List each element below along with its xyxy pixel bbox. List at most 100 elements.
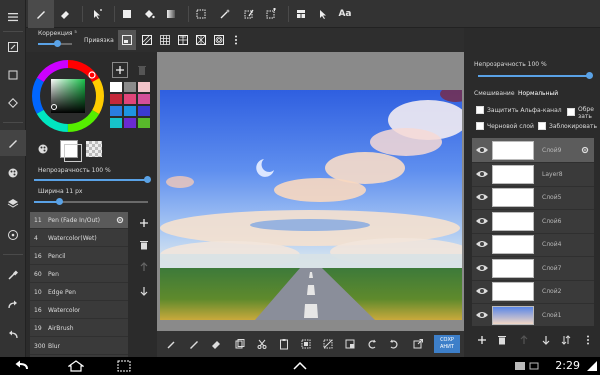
brush-row[interactable]: 4 Watercolor(Wet) [30,230,128,247]
copy-icon[interactable] [229,331,251,357]
lock-layer-checkbox[interactable] [538,122,546,130]
clip-checkbox[interactable] [567,108,575,116]
color-swatch[interactable] [138,94,150,104]
canvas-area[interactable] [157,52,464,331]
snap-radial-icon[interactable] [192,30,210,50]
snap-grid-icon[interactable] [156,30,174,50]
color-swatch[interactable] [124,94,136,104]
brush-row[interactable]: 300 Blur [30,338,128,355]
paste-icon[interactable] [273,331,295,357]
layer-more-icon[interactable] [578,330,598,350]
color-swatch[interactable] [110,106,122,116]
cut-icon[interactable] [251,331,273,357]
text-tool-button[interactable]: Aa [332,0,358,28]
eye-icon[interactable] [475,309,489,321]
layer-row[interactable]: Слой1 [472,303,594,327]
move-tool-icon[interactable] [84,0,110,28]
rotate-right-icon[interactable] [383,331,405,357]
save-button[interactable]: СОХР АНИТ [434,335,460,353]
add-brush-icon[interactable] [136,215,152,231]
home-icon[interactable] [64,357,88,375]
color-wheel[interactable] [32,60,104,132]
color-swatch[interactable] [138,106,150,116]
pen-tool-icon[interactable] [28,0,54,28]
snap-parallel-icon[interactable] [138,30,156,50]
share-icon[interactable] [407,331,429,357]
palette-icon[interactable] [0,160,26,186]
select-all-icon[interactable] [295,331,317,357]
eye-icon[interactable] [475,191,489,203]
eyedropper-icon[interactable] [0,262,26,288]
gradient-tool-icon[interactable] [158,0,184,28]
layer-row[interactable]: Слой5 [472,185,594,210]
select-erase-tool-icon[interactable] [258,0,284,28]
draft-layer-checkbox[interactable] [476,122,484,130]
correction-slider-knob[interactable] [54,40,61,47]
delete-layer-icon[interactable] [492,330,512,350]
brush-row[interactable]: 60 Pen [30,266,128,283]
add-layer-icon[interactable] [472,330,492,350]
layers-icon[interactable] [0,190,26,216]
transparent-color[interactable] [86,141,102,157]
rotate-left-icon[interactable] [361,331,383,357]
eye-icon[interactable] [475,285,489,297]
layer-row[interactable]: Layer8 [472,162,594,187]
background-color[interactable] [64,144,82,162]
menu-icon[interactable] [0,4,26,30]
color-swatch[interactable] [124,106,136,116]
layer-row[interactable]: Слой2 [472,279,594,304]
blend-mode-select[interactable]: Нормальный [518,90,558,97]
eye-icon[interactable] [475,215,489,227]
back-icon[interactable] [10,357,34,375]
move-brush-down-icon[interactable] [136,283,152,299]
brush-width-knob[interactable] [56,198,63,205]
snap-cross-icon[interactable] [174,30,192,50]
add-swatch-icon[interactable] [112,62,128,78]
layer-down-icon[interactable] [536,330,556,350]
color-swatch[interactable] [110,118,122,128]
eraser-tool-icon[interactable] [52,0,78,28]
artwork-canvas[interactable] [160,90,462,320]
eye-icon[interactable] [475,238,489,250]
layer-up-icon[interactable] [514,330,534,350]
selection-icon[interactable] [0,62,26,88]
brush-row[interactable]: 11 Pen (Fade In/Out) [30,212,128,229]
color-swatch[interactable] [138,118,150,128]
invert-selection-icon[interactable] [339,331,361,357]
layer-row[interactable]: Слой6 [472,209,594,234]
layer-opacity-knob[interactable] [586,72,593,79]
eyedropper-quick-icon[interactable] [161,331,183,357]
color-palette-icon[interactable] [34,141,52,157]
layer-row[interactable]: Слой7 [472,256,594,281]
delete-brush-icon[interactable] [136,237,152,253]
move-brush-up-icon[interactable] [136,259,152,275]
color-swatch[interactable] [124,82,136,92]
pen-quick-icon[interactable] [183,331,205,357]
delete-swatch-icon[interactable] [134,62,150,78]
eye-icon[interactable] [475,262,489,274]
snap-circle-icon[interactable] [210,30,228,50]
undo-icon[interactable] [0,322,26,348]
brush-row[interactable]: 10 Edge Pen [30,284,128,301]
merge-layer-icon[interactable] [556,330,576,350]
brush-row[interactable]: 16 Pencil [30,248,128,265]
layer-row[interactable]: Слой4 [472,232,594,257]
eye-icon[interactable] [475,168,489,180]
snap-off-icon[interactable] [118,30,136,50]
layer-row[interactable]: Слой9 [472,138,594,163]
brush-panel-icon[interactable] [0,130,26,156]
color-swatch[interactable] [110,82,122,92]
redo-icon[interactable] [0,292,26,318]
eye-icon[interactable] [475,144,489,156]
brush-settings-icon[interactable] [115,215,125,227]
deselect-icon[interactable] [317,331,339,357]
brush-row[interactable]: 19 AirBrush [30,320,128,337]
edit-canvas-icon[interactable] [0,34,26,60]
brush-row[interactable]: 16 Watercolor [30,302,128,319]
color-swatch[interactable] [138,82,150,92]
material-icon[interactable] [0,222,26,248]
brush-opacity-knob[interactable] [144,176,151,183]
layer-settings-icon[interactable] [580,145,590,157]
magic-wand-tool-icon[interactable] [212,0,238,28]
color-swatch[interactable] [110,94,122,104]
